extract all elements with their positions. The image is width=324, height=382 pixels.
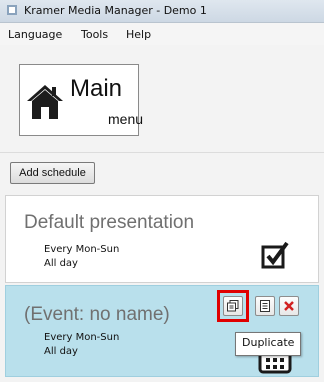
menu-help[interactable]: Help (126, 28, 151, 41)
schedule-title: Default presentation (24, 212, 195, 233)
window-title: Kramer Media Manager - Demo 1 (24, 4, 207, 17)
schedule-recurrence: Every Mon-Sun (44, 332, 120, 343)
delete-button[interactable] (279, 296, 299, 316)
edit-button[interactable] (255, 296, 275, 316)
edit-icon (260, 300, 270, 312)
menu-bar: Language Tools Help (0, 23, 324, 45)
checkbox-checked-icon[interactable] (260, 240, 290, 270)
schedule-time: All day (44, 346, 78, 357)
menu-tools[interactable]: Tools (81, 28, 108, 41)
main-menu-button[interactable]: Main menu (19, 64, 143, 136)
schedule-card-default[interactable]: Default presentation Every Mon-Sun All d… (5, 195, 319, 283)
main-button-subtitle: menu (108, 111, 144, 127)
schedule-recurrence: Every Mon-Sun (44, 244, 120, 255)
title-bar: Kramer Media Manager - Demo 1 (0, 0, 324, 23)
duplicate-highlight (217, 290, 249, 322)
schedule-title: (Event: no name) (24, 304, 170, 325)
add-schedule-button[interactable]: Add schedule (10, 162, 95, 184)
home-icon (27, 85, 63, 119)
schedule-card-event[interactable]: (Event: no name) Every Mon-Sun All day D… (5, 285, 319, 377)
divider (0, 152, 324, 153)
delete-icon (284, 301, 294, 311)
main-button-title: Main (70, 75, 123, 102)
app-icon (7, 5, 17, 15)
schedule-time: All day (44, 258, 78, 269)
menu-language[interactable]: Language (8, 28, 62, 41)
duplicate-tooltip: Duplicate (235, 332, 302, 356)
